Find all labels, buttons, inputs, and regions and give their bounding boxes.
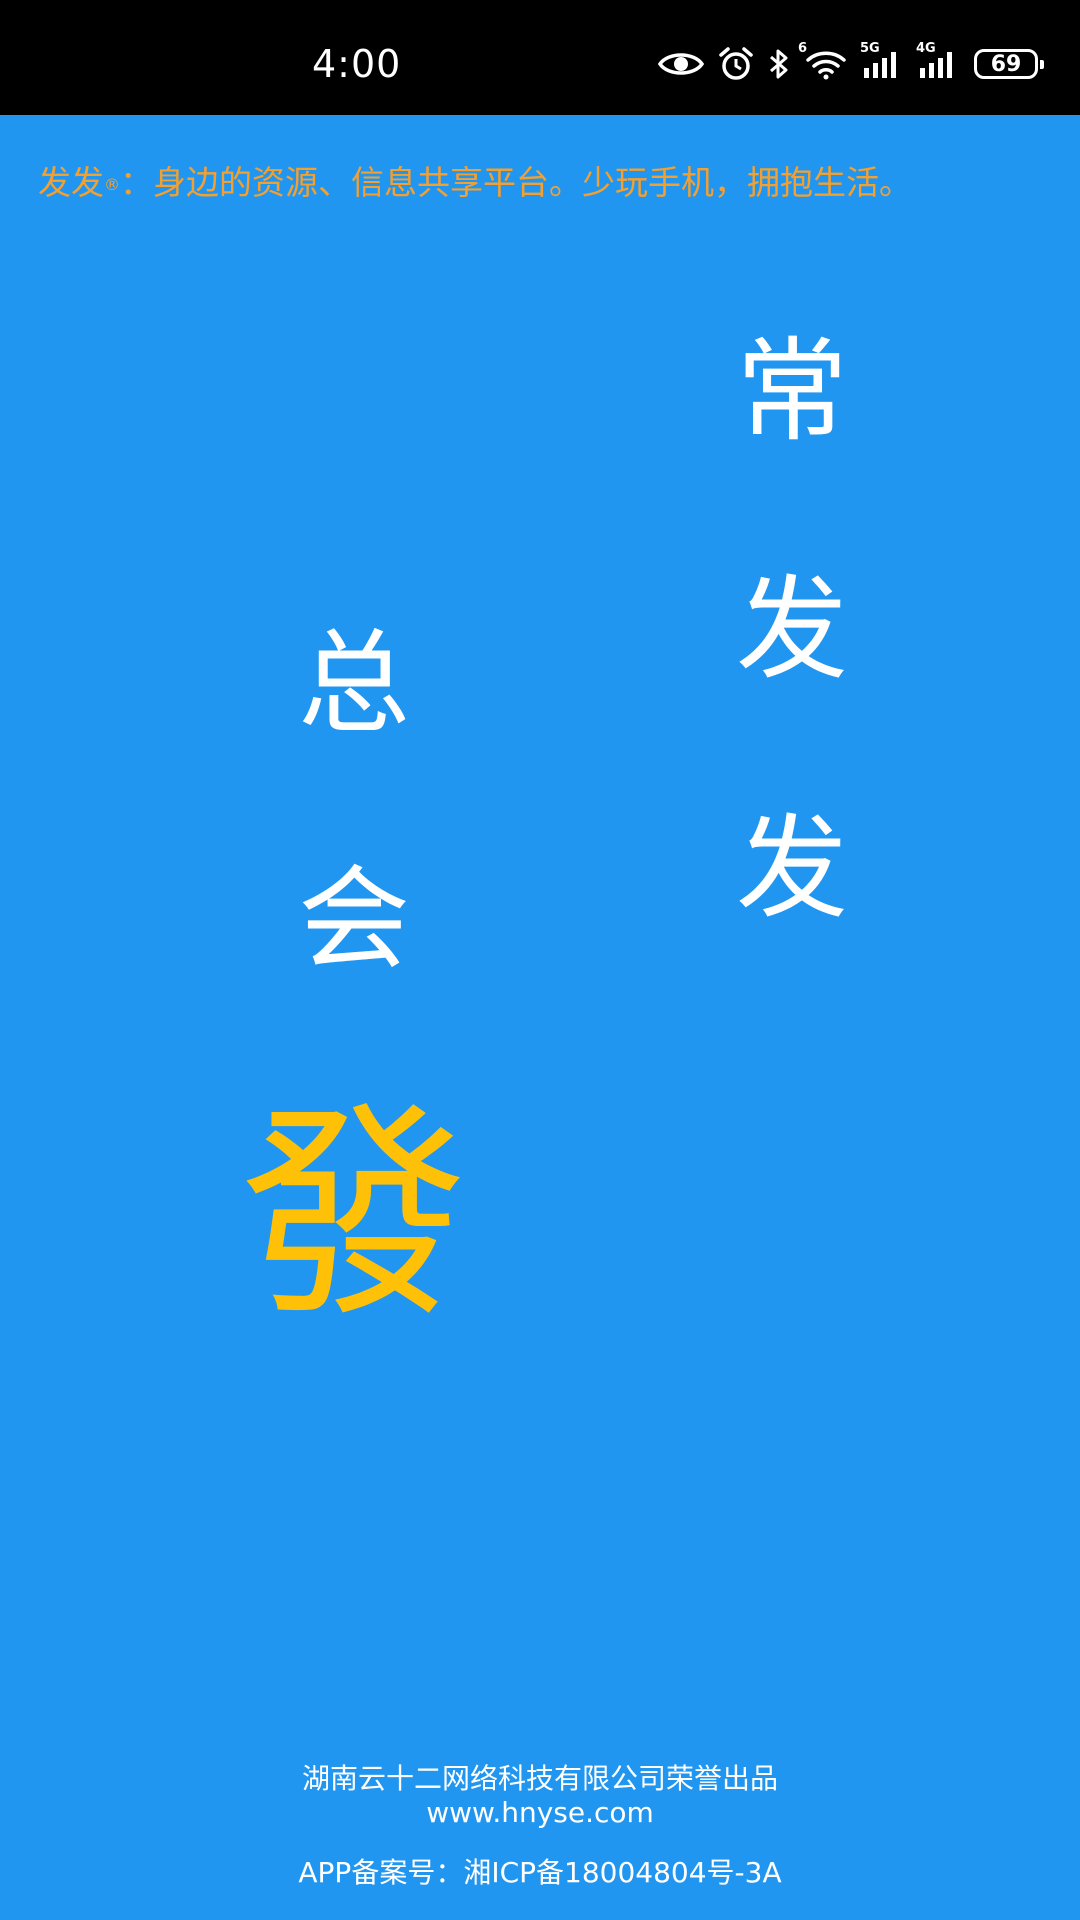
left-char-2: 会 — [298, 855, 410, 985]
status-icons: 6 5G 4G 69 — [658, 42, 1044, 84]
net1-label: 5G — [860, 41, 880, 56]
wifi-badge: 6 — [798, 41, 808, 56]
slogan-text: ：身边的资源、信息共享平台。少玩手机，拥抱生活。 — [120, 163, 912, 202]
slogan-brand: 发发 — [38, 163, 104, 202]
signal-5g-icon: 5G — [860, 42, 904, 80]
bluetooth-icon — [768, 48, 790, 80]
footer-icp: APP备案号：湘ICP备18004804号-3A — [298, 1856, 782, 1889]
alarm-icon — [718, 47, 754, 81]
registered-mark: ® — [104, 175, 120, 194]
footer-website[interactable]: www.hnyse.com — [0, 1796, 1080, 1830]
signal-4g-icon: 4G — [916, 42, 960, 80]
wifi-icon: 6 — [798, 42, 848, 80]
splash-screen: 发发®：身边的资源、信息共享平台。少玩手机，拥抱生活。 常 发 发 总 会 發 … — [0, 115, 1080, 1920]
eye-icon — [658, 49, 704, 79]
net2-label: 4G — [916, 41, 936, 56]
battery-icon: 69 — [974, 49, 1044, 79]
status-bar: 4:00 6 5G 4G 69 — [0, 0, 1080, 115]
right-char-2: 发 — [736, 565, 848, 695]
right-char-3: 发 — [736, 804, 848, 934]
left-char-1: 总 — [298, 619, 410, 749]
footer-company: 湖南云十二网络科技有限公司荣誉出品 — [301, 1762, 778, 1795]
slogan: 发发®：身边的资源、信息共享平台。少玩手机，拥抱生活。 — [38, 159, 1048, 207]
right-char-1: 常 — [736, 327, 848, 457]
status-time: 4:00 — [312, 42, 402, 86]
feature-char: 發 — [240, 1082, 468, 1348]
battery-level: 69 — [990, 51, 1022, 77]
